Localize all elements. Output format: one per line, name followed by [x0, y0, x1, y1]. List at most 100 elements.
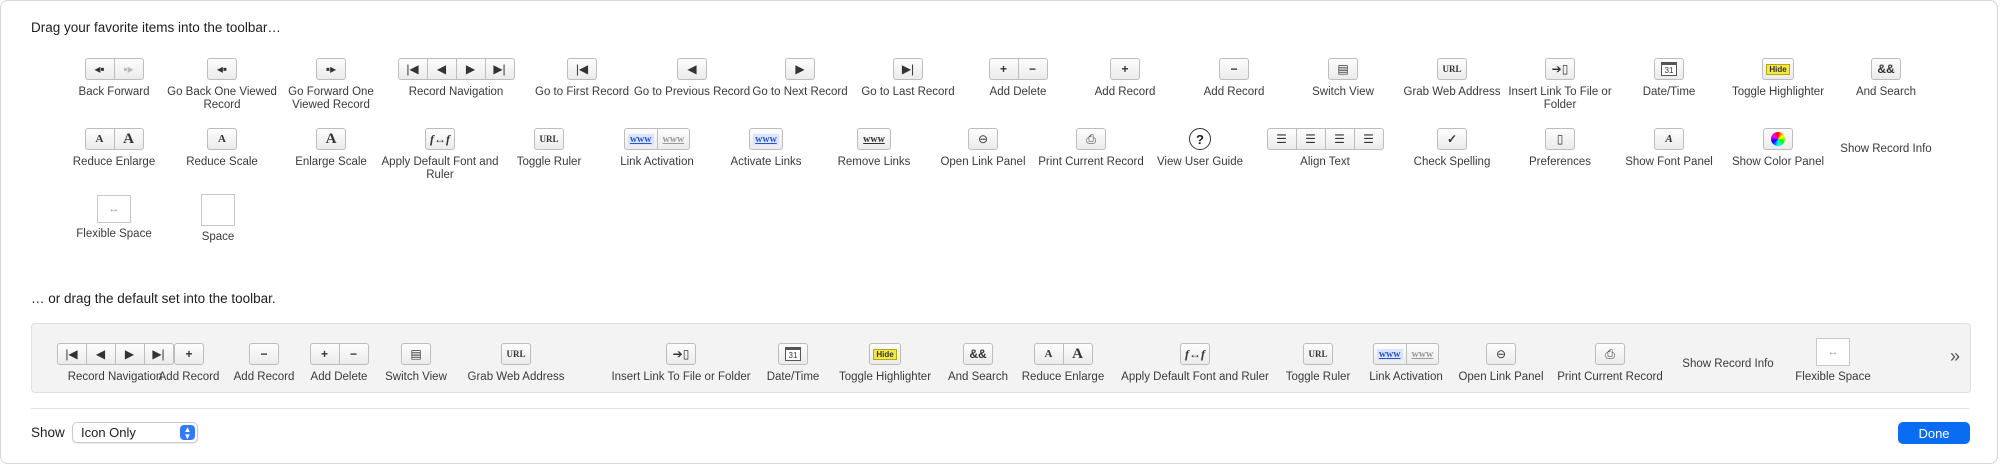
window-icon: ▤ — [401, 343, 431, 365]
default-toolbar-set[interactable]: |◀ ◀ ▶ ▶| Record Navigation + Add Record… — [31, 323, 1971, 393]
palette-show-record-info[interactable]: Show Record Info — [1831, 143, 1941, 156]
minus-icon: − — [1219, 58, 1249, 80]
align-left-icon: ☰ — [1266, 128, 1297, 150]
calendar-icon: 31 — [778, 343, 808, 365]
show-mode-select[interactable]: Icon Only ▲ ▼ — [72, 422, 198, 443]
insert-link-icon: ➔▯ — [1545, 58, 1575, 80]
palette-link-activation[interactable]: www www Link Activation — [602, 127, 712, 169]
customize-toolbar-sheet: Drag your favorite items into the toolba… — [0, 0, 1998, 464]
flexible-space-icon: ↔ — [1816, 338, 1850, 366]
palette-go-forward-one[interactable]: ▪▸ Go Forward One Viewed Record — [276, 57, 386, 112]
default-and-search: && And Search — [933, 342, 1023, 384]
back-arrow-icon: ◂▪ — [207, 58, 237, 80]
palette-show-font-panel[interactable]: A Show Font Panel — [1614, 127, 1724, 169]
palette-open-link-panel[interactable]: ⊖ Open Link Panel — [928, 127, 1038, 169]
default-toggle-highlighter: Hide Toggle Highlighter — [839, 342, 931, 384]
enlarge-text-icon: A — [113, 128, 144, 150]
align-right-icon: ☰ — [1353, 128, 1384, 150]
align-justify-icon: ☰ — [1324, 128, 1355, 150]
palette-print-current[interactable]: ⎙ Print Current Record — [1036, 127, 1146, 169]
palette-record-navigation[interactable]: |◀ ◀ ▶ ▶| Record Navigation — [397, 57, 515, 99]
palette-add-record-2[interactable]: − Add Record — [1179, 57, 1289, 99]
previous-record-icon: ◀ — [426, 58, 457, 80]
palette-and-search[interactable]: && And Search — [1831, 57, 1941, 99]
palette-remove-links[interactable]: www Remove Links — [819, 127, 929, 169]
forward-arrow-icon: ▪▸ — [113, 58, 144, 80]
palette-go-previous[interactable]: ◀ Go to Previous Record — [634, 57, 750, 99]
font-ruler-icon: f↔f — [1180, 343, 1210, 365]
palette-grab-web[interactable]: URL Grab Web Address — [1397, 57, 1507, 99]
plus-icon: + — [988, 58, 1019, 80]
plus-icon: + — [174, 343, 204, 365]
palette-flexible-space[interactable]: ↔ Flexible Space — [59, 195, 169, 241]
default-grab-web: URL Grab Web Address — [468, 342, 564, 384]
palette-preferences[interactable]: ▯ Preferences — [1505, 127, 1615, 169]
overflow-chevron-icon[interactable]: » — [1950, 346, 1960, 367]
color-wheel-icon — [1763, 128, 1793, 150]
last-record-icon: ▶| — [893, 58, 923, 80]
palette-align-text[interactable]: ☰ ☰ ☰ ☰ Align Text — [1266, 127, 1384, 169]
palette-add-delete[interactable]: + − Add Delete — [963, 57, 1073, 99]
previous-record-icon: ◀ — [85, 343, 116, 365]
palette-activate-links[interactable]: www Activate Links — [711, 127, 821, 169]
minus-icon: − — [338, 343, 369, 365]
palette-show-color-panel[interactable]: Show Color Panel — [1723, 127, 1833, 169]
default-reduce-enlarge: A A Reduce Enlarge — [1018, 342, 1108, 384]
toolbar-item-palette: ◂▪ ▪▸ Back Forward ◂▪ Go Back One Viewed… — [1, 1, 1997, 261]
default-switch-view: ▤ Switch View — [371, 342, 461, 384]
back-arrow-icon: ◂▪ — [84, 58, 115, 80]
default-apply-default-font: f↔f Apply Default Font and Ruler — [1121, 342, 1269, 384]
default-open-link-panel: ⊖ Open Link Panel — [1456, 342, 1546, 384]
palette-enlarge-scale[interactable]: A Enlarge Scale — [276, 127, 386, 169]
default-insert-link: ➔▯ Insert Link To File or Folder — [611, 342, 751, 384]
palette-view-user-guide[interactable]: ? View User Guide — [1145, 127, 1255, 169]
footer-divider — [31, 408, 1969, 409]
default-flexible-space: ↔ Flexible Space — [1788, 338, 1878, 384]
palette-apply-default-font[interactable]: f↔f Apply Default Font and Ruler — [382, 127, 499, 182]
default-set-heading: … or drag the default set into the toolb… — [31, 291, 276, 306]
select-stepper-icon: ▲ ▼ — [180, 425, 195, 440]
show-mode-value: Icon Only — [81, 425, 136, 440]
palette-add-record[interactable]: + Add Record — [1070, 57, 1180, 99]
palette-back-forward[interactable]: ◂▪ ▪▸ Back Forward — [59, 57, 169, 99]
window-icon: ▤ — [1328, 58, 1358, 80]
link-chain-icon: ⊖ — [968, 128, 998, 150]
palette-switch-view[interactable]: ▤ Switch View — [1288, 57, 1398, 99]
palette-go-back-one[interactable]: ◂▪ Go Back One Viewed Record — [167, 57, 277, 112]
remove-links-icon: www — [857, 128, 891, 150]
url-icon: URL — [1437, 58, 1467, 80]
first-record-icon: |◀ — [56, 343, 87, 365]
link-chain-icon: ⊖ — [1486, 343, 1516, 365]
palette-check-spelling[interactable]: ✓ Check Spelling — [1397, 127, 1507, 169]
default-toggle-ruler: URL Toggle Ruler — [1273, 342, 1363, 384]
font-ruler-icon: f↔f — [425, 128, 455, 150]
default-show-record-info: Show Record Info — [1682, 358, 1774, 370]
plus-icon: + — [309, 343, 340, 365]
ruler-icon: URL — [534, 128, 564, 150]
palette-insert-link[interactable]: ➔▯ Insert Link To File or Folder — [1505, 57, 1615, 112]
default-link-activation: www www Link Activation — [1361, 342, 1451, 384]
reduce-text-icon: A — [1033, 343, 1064, 365]
forward-arrow-icon: ▪▸ — [316, 58, 346, 80]
palette-toggle-ruler[interactable]: URL Toggle Ruler — [494, 127, 604, 169]
palette-go-next[interactable]: ▶ Go to Next Record — [745, 57, 855, 99]
done-button[interactable]: Done — [1898, 422, 1970, 444]
first-record-icon: |◀ — [397, 58, 428, 80]
palette-go-last[interactable]: ▶| Go to Last Record — [853, 57, 963, 99]
reduce-text-icon: A — [207, 128, 237, 150]
enlarge-text-icon: A — [316, 128, 346, 150]
palette-space[interactable]: Space — [163, 194, 273, 244]
minus-icon: − — [1017, 58, 1048, 80]
reduce-text-icon: A — [84, 128, 115, 150]
plus-icon: + — [1110, 58, 1140, 80]
show-label: Show — [31, 425, 65, 440]
last-record-icon: ▶| — [484, 58, 515, 80]
ruler-icon: URL — [1303, 343, 1333, 365]
palette-reduce-scale[interactable]: A Reduce Scale — [167, 127, 277, 169]
palette-go-first[interactable]: |◀ Go to First Record — [527, 57, 637, 99]
next-record-icon: ▶ — [114, 343, 145, 365]
palette-date-time[interactable]: 31 Date/Time — [1614, 57, 1724, 99]
palette-reduce-enlarge[interactable]: A A Reduce Enlarge — [59, 127, 169, 169]
palette-toggle-highlighter[interactable]: Hide Toggle Highlighter — [1723, 57, 1833, 99]
url-icon: URL — [501, 343, 531, 365]
